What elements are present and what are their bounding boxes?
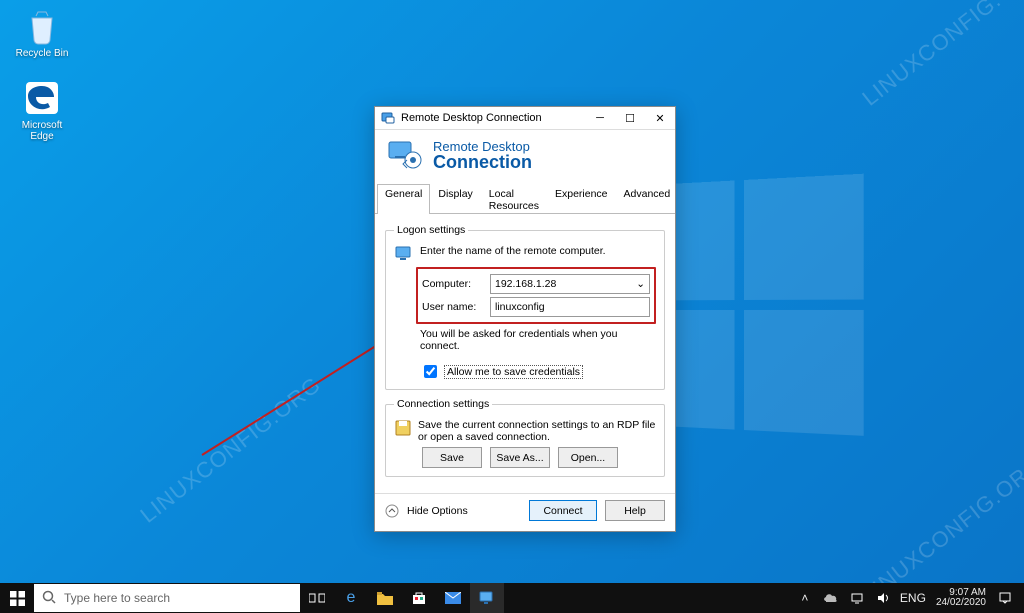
credentials-note: You will be asked for credentials when y… [420, 328, 656, 352]
computer-value: 192.168.1.28 [495, 278, 556, 290]
tab-general[interactable]: General [377, 184, 430, 214]
recycle-bin-icon[interactable]: Recycle Bin [10, 6, 74, 59]
rdc-title-icon [381, 111, 395, 125]
computer-combo[interactable]: 192.168.1.28 ⌄ [490, 274, 650, 294]
taskbar: Type here to search e ˄ ENG 9:07 AM 24/0… [0, 583, 1024, 613]
search-icon [42, 590, 56, 607]
conn-legend: Connection settings [394, 398, 492, 410]
conn-text: Save the current connection settings to … [418, 419, 656, 443]
tray-volume-icon[interactable] [870, 583, 896, 613]
watermark: LINUXCONFIG.ORG [858, 452, 1024, 583]
taskbar-mail[interactable] [436, 583, 470, 613]
connect-button[interactable]: Connect [529, 500, 597, 521]
tab-experience[interactable]: Experience [547, 184, 616, 214]
save-icon [394, 419, 412, 437]
recycle-bin-label: Recycle Bin [10, 48, 74, 59]
username-field[interactable] [490, 297, 650, 317]
logon-legend: Logon settings [394, 224, 468, 236]
watermark: LINUXCONFIG.ORG [858, 0, 1024, 111]
rdc-window: Remote Desktop Connection ─ ☐ ✕ Remote D… [374, 106, 676, 532]
help-button[interactable]: Help [605, 500, 665, 521]
tray-network-icon[interactable] [844, 583, 870, 613]
computer-label: Computer: [422, 278, 484, 290]
start-button[interactable] [0, 583, 34, 613]
tray-language[interactable]: ENG [896, 583, 930, 613]
rdc-banner-icon [387, 138, 423, 174]
taskbar-rdc-active[interactable] [470, 583, 504, 613]
tray-expand-icon[interactable]: ˄ [792, 583, 818, 613]
search-box[interactable]: Type here to search [34, 584, 300, 612]
close-button[interactable]: ✕ [645, 107, 675, 129]
chevron-down-icon: ⌄ [636, 278, 645, 290]
allow-save-label: Allow me to save credentials [444, 365, 583, 379]
banner: Remote Desktop Connection [375, 130, 675, 184]
logon-settings-group: Logon settings Enter the name of the rem… [385, 224, 665, 390]
save-button[interactable]: Save [422, 447, 482, 468]
show-desktop-button[interactable] [1018, 583, 1024, 613]
clock-date: 24/02/2020 [936, 598, 986, 609]
tab-display[interactable]: Display [430, 184, 480, 214]
task-view-button[interactable] [300, 583, 334, 613]
save-as-button[interactable]: Save As... [490, 447, 550, 468]
tray-clock[interactable]: 9:07 AM 24/02/2020 [930, 588, 992, 609]
allow-save-checkbox[interactable] [424, 365, 437, 378]
collapse-icon[interactable] [385, 504, 399, 518]
desktop: LINUXCONFIG.ORG LINUXCONFIG.ORG LINUXCON… [0, 0, 1024, 583]
titlebar[interactable]: Remote Desktop Connection ─ ☐ ✕ [375, 107, 675, 130]
tray-notifications-icon[interactable] [992, 583, 1018, 613]
taskbar-store[interactable] [402, 583, 436, 613]
tab-local-resources[interactable]: Local Resources [481, 184, 547, 214]
monitor-icon [394, 245, 414, 263]
window-footer: Hide Options Connect Help [375, 493, 675, 531]
banner-line1: Remote Desktop [433, 140, 532, 153]
username-label: User name: [422, 301, 484, 313]
taskbar-edge[interactable]: e [334, 583, 368, 613]
watermark: LINUXCONFIG.ORG [135, 372, 326, 529]
minimize-button[interactable]: ─ [585, 107, 615, 129]
open-button[interactable]: Open... [558, 447, 618, 468]
edge-icon[interactable]: Microsoft Edge [10, 78, 74, 142]
tray-onedrive-icon[interactable] [818, 583, 844, 613]
window-title: Remote Desktop Connection [401, 112, 585, 124]
hide-options-link[interactable]: Hide Options [407, 505, 468, 517]
search-placeholder: Type here to search [64, 591, 170, 605]
system-tray: ˄ ENG 9:07 AM 24/02/2020 [792, 583, 1024, 613]
connection-settings-group: Connection settings Save the current con… [385, 398, 665, 477]
maximize-button[interactable]: ☐ [615, 107, 645, 129]
tabs: General Display Local Resources Experien… [375, 184, 675, 214]
banner-line2: Connection [433, 153, 532, 173]
edge-label: Microsoft Edge [10, 120, 74, 142]
tab-advanced[interactable]: Advanced [616, 184, 679, 214]
taskbar-explorer[interactable] [368, 583, 402, 613]
logon-instruction: Enter the name of the remote computer. [420, 245, 606, 257]
tab-body-general: Logon settings Enter the name of the rem… [375, 214, 675, 493]
